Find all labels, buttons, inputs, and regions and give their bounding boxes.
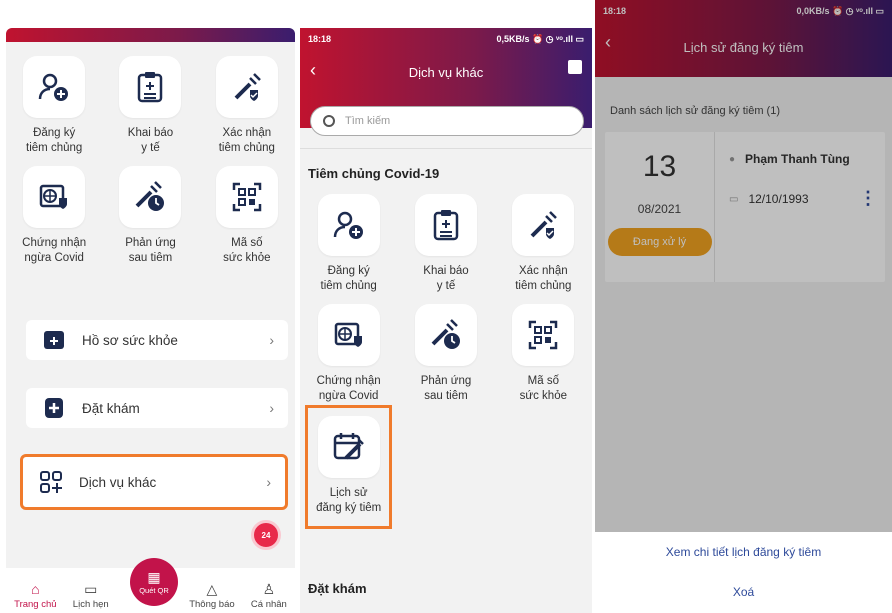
section-title-booking: Đặt khám: [308, 581, 367, 596]
navbar: ‹ Dịch vụ khác: [300, 50, 592, 94]
search-icon: [323, 115, 335, 127]
booking-label: Đặt khám: [82, 400, 140, 416]
other-services-card[interactable]: Dịch vụ khác ›: [20, 454, 288, 510]
health-record-label: Hồ sơ sức khỏe: [82, 332, 178, 348]
section-title-covid: Tiêm chủng Covid-19: [308, 166, 440, 181]
tile-register-vaccination[interactable]: Đăng ký tiêm chủng: [300, 194, 397, 294]
qr-code-icon: [512, 304, 575, 366]
syringe-clock-icon: [119, 166, 182, 228]
modal-overlay[interactable]: [595, 0, 892, 613]
tile-post-vaccine-reaction[interactable]: Phản ứng sau tiêm: [397, 304, 494, 404]
nav-profile[interactable]: ♙ Cá nhân: [251, 582, 287, 610]
nav-home-label: Trang chủ: [14, 599, 57, 610]
tile-health-code[interactable]: Mã số sức khỏe: [495, 304, 592, 404]
tile-health-code[interactable]: Mã số sức khỏe: [199, 166, 295, 266]
scan-qr-button[interactable]: ▦ Quét QR: [130, 558, 178, 606]
nav-appointments-label: Lịch hẹn: [72, 599, 109, 610]
home-icon: ⌂: [31, 581, 40, 597]
tile-covid-certificate[interactable]: Chứng nhận ngừa Covid: [300, 304, 397, 404]
nav-profile-label: Cá nhân: [250, 599, 287, 610]
other-services-label: Dịch vụ khác: [79, 474, 157, 490]
nav-appointments[interactable]: ▭ Lịch hẹn: [73, 582, 109, 610]
chevron-right-icon: ›: [266, 474, 271, 490]
tile-confirm-vaccination[interactable]: Xác nhận tiêm chủng: [495, 194, 592, 294]
medical-folder-icon: [42, 328, 66, 352]
home-screen: Đăng ký tiêm chủng Khai báo y tế Xác nhậ…: [6, 28, 295, 613]
person-add-icon: [317, 194, 380, 256]
tile-health-declaration[interactable]: Khai báo y tế: [397, 194, 494, 294]
nav-notifications[interactable]: △ Thông báo: [189, 582, 234, 610]
medical-booking-icon: [42, 396, 66, 420]
user-icon: ♙: [262, 581, 276, 597]
syringe-clock-icon: [414, 304, 477, 366]
status-indicators: 0,5KB/s ⏰ ◷ ᵛᵒ.ıll ▭: [496, 33, 584, 44]
certificate-icon: [317, 304, 380, 366]
qr-code-icon: [215, 166, 278, 228]
nav-notifications-label: Thông báo: [189, 599, 235, 610]
clipboard-icon: [119, 56, 182, 118]
syringe-shield-icon: [215, 56, 278, 118]
vaccination-history-screen: 18:18 0,0KB/s ⏰ ◷ ᵛᵒ.ıll ▭ ‹ Lịch sử đăng…: [595, 0, 892, 613]
hotline-24-button[interactable]: 24: [251, 520, 281, 550]
calendar-icon: ▭: [84, 581, 98, 597]
search-input[interactable]: Tìm kiếm: [310, 106, 584, 136]
apps-add-icon: [39, 470, 63, 494]
divider: [300, 148, 592, 149]
status-bar: 18:18 0,5KB/s ⏰ ◷ ᵛᵒ.ıll ▭: [300, 28, 592, 50]
health-record-card[interactable]: Hồ sơ sức khỏe ›: [26, 320, 288, 360]
other-services-screen: 18:18 0,5KB/s ⏰ ◷ ᵛᵒ.ıll ▭ ‹ Dịch vụ khác…: [300, 28, 592, 613]
tile-covid-certificate[interactable]: Chứng nhận ngừa Covid: [6, 166, 102, 266]
person-add-icon: [23, 56, 86, 118]
covid-service-grid: Đăng ký tiêm chủng Khai báo y tế Xác nhậ…: [300, 194, 592, 529]
view-detail-button[interactable]: Xem chi tiết lịch đăng ký tiêm: [595, 532, 892, 572]
delete-button[interactable]: Xoá: [595, 572, 892, 612]
qr-scan-icon: ▦: [147, 569, 161, 585]
edit-icon[interactable]: [568, 60, 582, 74]
scan-qr-label: Quét QR: [139, 586, 169, 595]
bell-icon: △: [206, 581, 218, 597]
page-title: Dịch vụ khác: [408, 64, 484, 80]
syringe-shield-icon: [512, 194, 575, 256]
home-service-grid: Đăng ký tiêm chủng Khai báo y tế Xác nhậ…: [6, 56, 295, 266]
certificate-icon: [23, 166, 86, 228]
booking-card[interactable]: Đặt khám ›: [26, 388, 288, 428]
back-arrow-icon[interactable]: ‹: [310, 60, 316, 81]
action-sheet: Xem chi tiết lịch đăng ký tiêm Xoá: [595, 532, 892, 613]
chevron-right-icon: ›: [269, 332, 274, 348]
tile-post-vaccine-reaction[interactable]: Phản ứng sau tiêm: [102, 166, 198, 266]
clipboard-icon: [414, 194, 477, 256]
nav-home[interactable]: ⌂ Trang chủ: [14, 582, 56, 610]
status-time: 18:18: [308, 34, 332, 44]
chevron-right-icon: ›: [269, 400, 274, 416]
tile-register-vaccination[interactable]: Đăng ký tiêm chủng: [6, 56, 102, 156]
search-placeholder: Tìm kiếm: [345, 115, 391, 127]
tile-health-declaration[interactable]: Khai báo y tế: [102, 56, 198, 156]
calendar-syringe-icon: [317, 416, 380, 478]
screenshot-collage: Đăng ký tiêm chủng Khai báo y tế Xác nhậ…: [0, 0, 892, 613]
status-bar: [6, 28, 295, 42]
tile-vaccination-history[interactable]: Lịch sử đăng ký tiêm: [304, 405, 393, 529]
tile-confirm-vaccination[interactable]: Xác nhận tiêm chủng: [199, 56, 295, 156]
